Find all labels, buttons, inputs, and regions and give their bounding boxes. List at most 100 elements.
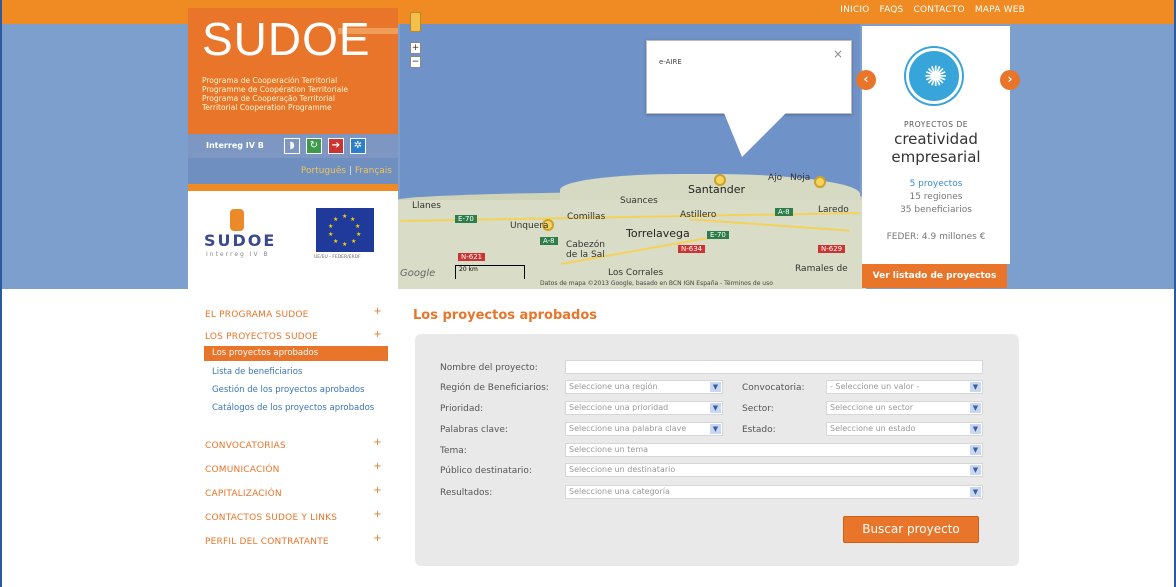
expand-icon[interactable]: + (373, 480, 382, 502)
palabras-label: Palabras clave: (440, 425, 508, 435)
close-icon[interactable]: × (833, 47, 843, 61)
chevron-down-icon[interactable]: ▼ (970, 382, 981, 392)
street-view-pegman-icon[interactable] (410, 12, 421, 32)
info-window-text[interactable]: e-AIRE (659, 58, 682, 66)
sidebar-item-label: CONTACTOS SUDOE Y LINKS (205, 513, 338, 523)
top-nav: INICIO FAQS CONTACTO MAPA WEB (840, 5, 1025, 15)
view-projects-button[interactable]: Ver listado de proyectos (862, 264, 1007, 288)
expand-icon[interactable]: + (373, 301, 382, 323)
carousel-prev-button[interactable]: ‹ (856, 70, 876, 90)
nav-contacto[interactable]: CONTACTO (913, 5, 964, 15)
tema-select[interactable]: Seleccione un tema ▼ (565, 443, 983, 457)
convocatoria-select[interactable]: - Seleccione un valor - ▼ (826, 380, 983, 394)
export-icon[interactable]: ➔ (328, 138, 344, 154)
palabras-select[interactable]: Seleccione una palabra clave ▼ (565, 422, 723, 436)
network-icon[interactable]: ✲ (350, 138, 366, 154)
sidebar-item-comunicacion[interactable]: COMUNICACIÓN + (196, 459, 388, 481)
sidebar-item-convocatorias[interactable]: CONVOCATORIAS + (196, 435, 388, 457)
page-title: Los proyectos aprobados (413, 308, 598, 323)
sidebar-subitem-gestion[interactable]: Gestión de los proyectos aprobados (196, 381, 388, 399)
nombre-input[interactable] (565, 360, 983, 374)
map-attribution[interactable]: Datos de mapa ©2013 Google, basado en BC… (540, 280, 773, 287)
sidebar-item-label: CAPITALIZACIÓN (205, 489, 282, 499)
chevron-down-icon[interactable]: ▼ (970, 465, 981, 475)
chevron-down-icon[interactable]: ▼ (970, 424, 981, 434)
chevron-down-icon[interactable]: ▼ (710, 424, 721, 434)
palabras-select-value: Seleccione una palabra clave (569, 424, 687, 433)
convocatoria-label: Convocatoria: (742, 383, 805, 393)
sudoe-logo-panel[interactable]: SUDOE Programa de Cooperación Territoria… (188, 8, 398, 134)
zoom-in-button[interactable]: + (410, 42, 421, 54)
card-feder: FEDER: 4.9 millones € (886, 232, 986, 242)
share-icon[interactable]: ↻ (306, 138, 322, 154)
search-projects-button[interactable]: Buscar proyecto (843, 516, 979, 543)
logo-subtitle-line: Programme de Coopération Territoriale (202, 85, 348, 94)
lang-francais[interactable]: Français (355, 166, 392, 176)
chevron-down-icon[interactable]: ▼ (970, 487, 981, 497)
logo-subtitle: Programa de Cooperación Territorial Prog… (202, 76, 348, 112)
prioridad-label: Prioridad: (440, 404, 484, 414)
expand-icon[interactable]: + (373, 432, 382, 454)
sidebar-subitem-aprobados[interactable]: Los proyectos aprobados (204, 346, 388, 361)
google-logo: Google (400, 268, 436, 279)
publico-select[interactable]: Seleccione un destinatario ▼ (565, 463, 983, 477)
info-window-tail (724, 113, 786, 157)
sector-label: Sector: (742, 404, 774, 414)
map-label-unquera: Unquera (510, 221, 549, 231)
sidebar-item-capitalizacion[interactable]: CAPITALIZACIÓN + (196, 483, 388, 505)
sector-select[interactable]: Seleccione un sector ▼ (826, 401, 983, 415)
nombre-label: Nombre del proyecto: (440, 363, 538, 373)
map-highway-badge: E-70 (455, 215, 477, 223)
resultados-select[interactable]: Seleccione una categoría ▼ (565, 485, 983, 499)
chevron-down-icon[interactable]: ▼ (710, 382, 721, 392)
chevron-down-icon[interactable]: ▼ (970, 403, 981, 413)
sudoe-small-sub: Interreg IV B (206, 251, 270, 258)
sudoe-small-logo: SUDOE (204, 231, 277, 250)
map-marker-noja[interactable] (814, 176, 826, 188)
map-highway-badge: N-634 (678, 245, 706, 253)
expand-icon[interactable]: + (373, 528, 382, 550)
sidebar-subitem-beneficiarios[interactable]: Lista de beneficiarios (196, 363, 388, 381)
tema-select-value: Seleccione un tema (569, 445, 649, 454)
language-selector: Português | Français (188, 158, 398, 184)
sidebar-item-proyectos[interactable]: LOS PROYECTOS SUDOE + (196, 329, 388, 346)
nav-inicio[interactable]: INICIO (840, 5, 869, 15)
prioridad-select[interactable]: Seleccione una prioridad ▼ (565, 401, 723, 415)
map-label-astillero: Astillero (680, 210, 717, 220)
lang-separator: | (348, 166, 353, 176)
chevron-down-icon[interactable]: ▼ (710, 403, 721, 413)
logo-subtitle-line: Programa de Cooperación Territorial (202, 76, 338, 85)
card-projects-link[interactable]: 5 proyectos (862, 179, 1010, 189)
map-highway-badge: N-621 (458, 253, 486, 261)
estado-label: Estado: (742, 425, 776, 435)
resultados-select-value: Seleccione una categoría (569, 487, 670, 496)
zoom-out-button[interactable]: − (410, 56, 421, 68)
nav-mapa-web[interactable]: MAPA WEB (975, 5, 1025, 15)
estado-select[interactable]: Seleccione un estado ▼ (826, 422, 983, 436)
map-label-suances: Suances (620, 196, 658, 206)
sudoe-s-logo (230, 209, 244, 231)
expand-icon[interactable]: + (373, 326, 382, 343)
rss-icon[interactable]: ◗ (284, 138, 300, 154)
nav-faqs[interactable]: FAQS (880, 5, 904, 15)
tema-label: Tema: (440, 446, 467, 456)
expand-icon[interactable]: + (373, 456, 382, 478)
sidebar-item-programa[interactable]: EL PROGRAMA SUDOE + (196, 304, 388, 326)
estado-select-value: Seleccione un estado (830, 424, 916, 433)
map-label-comillas: Comillas (567, 212, 606, 222)
region-label: Región de Beneficiarios: (440, 383, 549, 393)
region-select[interactable]: Seleccione una región ▼ (565, 380, 723, 394)
expand-icon[interactable]: + (373, 504, 382, 526)
chevron-down-icon[interactable]: ▼ (970, 445, 981, 455)
sector-select-value: Seleccione un sector (830, 403, 914, 412)
carousel-next-button[interactable]: › (1000, 70, 1020, 90)
convocatoria-select-value: - Seleccione un valor - (830, 382, 920, 391)
map-label-los-corrales: Los Corrales (608, 268, 664, 278)
logo-subtitle-line: Territorial Cooperation Programme (202, 103, 332, 112)
logo-title: SUDOE (202, 13, 371, 65)
lang-portugues[interactable]: Português (301, 166, 346, 176)
sidebar-item-perfil[interactable]: PERFIL DEL CONTRATANTE + (196, 531, 388, 553)
sidebar-item-contactos[interactable]: CONTACTOS SUDOE Y LINKS + (196, 507, 388, 529)
sidebar-subitem-catalogos[interactable]: Catálogos de los proyectos aprobados (196, 399, 388, 429)
map-scale: 20 km (455, 265, 525, 279)
